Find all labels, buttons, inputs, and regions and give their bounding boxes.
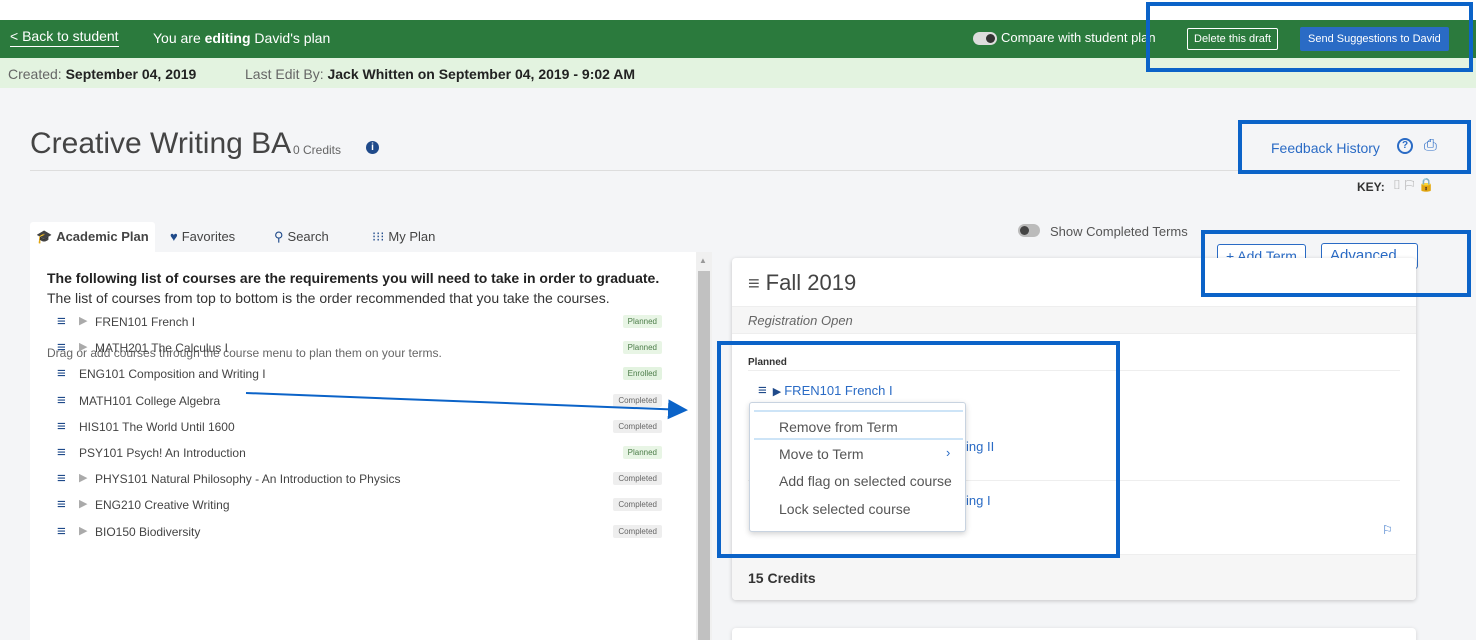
course-row[interactable]: ≡ ENG101 Composition and Writing I Enrolle… bbox=[52, 362, 662, 386]
key-icons: ⌷⚐🔒 bbox=[1393, 177, 1438, 193]
intro-rest: The list of courses from top to bottom i… bbox=[47, 290, 610, 306]
expand-triangle-icon[interactable]: ▶ bbox=[79, 471, 87, 484]
course-row[interactable]: ≡ ▶ PHYS101 Natural Philosophy - An Introd… bbox=[52, 467, 662, 491]
highlight-box-feedback bbox=[1238, 120, 1471, 174]
show-completed-toggle[interactable] bbox=[1018, 224, 1040, 237]
highlight-box-term-planned bbox=[717, 341, 1120, 558]
search-icon: ⚲ bbox=[274, 229, 284, 244]
requirements-intro: The following list of courses are the re… bbox=[47, 268, 682, 308]
last-edit-label: Last Edit By: bbox=[245, 66, 324, 82]
created-info: Created: September 04, 2019 bbox=[8, 66, 196, 82]
course-row[interactable]: ≡ ▶ BIO150 Biodiversity Completed bbox=[52, 520, 662, 544]
created-value: September 04, 2019 bbox=[65, 66, 197, 82]
course-name: PSY101 Psych! An Introduction bbox=[79, 446, 246, 460]
hamburger-icon[interactable]: ≡ bbox=[57, 470, 66, 487]
back-to-student-link[interactable]: < Back to student bbox=[10, 28, 119, 47]
course-name: MATH201 The Calculus I bbox=[95, 341, 228, 356]
hamburger-icon[interactable]: ≡ bbox=[57, 313, 66, 330]
last-edit-value: Jack Whitten on September 04, 2019 - 9:0… bbox=[327, 66, 636, 82]
course-name: BIO150 Biodiversity bbox=[95, 524, 201, 539]
requirements-panel: The following list of courses are the re… bbox=[30, 252, 696, 640]
status-badge: Planned bbox=[622, 315, 662, 328]
editing-bold: editing bbox=[204, 30, 251, 46]
flag-icon[interactable]: ⚐ bbox=[1382, 523, 1393, 537]
highlight-box-term-buttons bbox=[1201, 230, 1471, 297]
hamburger-icon[interactable]: ≡ bbox=[57, 418, 66, 435]
program-credits: 0 Credits bbox=[293, 143, 342, 157]
expand-triangle-icon[interactable]: ▶ bbox=[79, 524, 87, 537]
created-label: Created: bbox=[8, 66, 62, 82]
tab-search[interactable]: ⚲ Search bbox=[270, 222, 333, 252]
highlight-box-top-actions bbox=[1146, 2, 1473, 72]
status-badge: Completed bbox=[613, 524, 662, 538]
hamburger-icon[interactable]: ≡ bbox=[57, 392, 66, 409]
hamburger-icon[interactable]: ≡ bbox=[57, 365, 66, 382]
course-name: MATH101 College Algebra bbox=[79, 393, 221, 408]
heart-icon: ♥ bbox=[170, 229, 178, 244]
grid-dots-icon: ⁝⁝⁝ bbox=[372, 229, 385, 244]
expand-triangle-icon[interactable]: ▶ bbox=[79, 314, 87, 327]
page-title: Creative Writing BA bbox=[30, 127, 292, 160]
tab-academic-plan[interactable]: 🎓 Academic Plan bbox=[30, 222, 155, 252]
course-name: FREN101 French I bbox=[95, 315, 196, 329]
course-row[interactable]: ≡ ▶ FREN101 French I Planned bbox=[52, 310, 662, 334]
tab-label: Academic Plan bbox=[56, 229, 149, 244]
left-scrollbar[interactable]: ▲ bbox=[696, 252, 712, 640]
last-edit-info: Last Edit By: Jack Whitten on September … bbox=[245, 66, 635, 82]
status-badge: Completed bbox=[613, 393, 662, 407]
hamburger-icon[interactable]: ≡ bbox=[57, 523, 66, 540]
title-divider bbox=[30, 170, 1450, 171]
course-row[interactable]: ≡ ▶ MATH201 The Calculus I Planned bbox=[52, 336, 662, 360]
course-name: ENG101 Composition and Writing I bbox=[79, 367, 266, 382]
flag-icon: ⚐ bbox=[1404, 177, 1419, 192]
hamburger-icon[interactable]: ≡ bbox=[57, 444, 66, 461]
scroll-up-arrow[interactable]: ▲ bbox=[699, 256, 707, 265]
course-name: PHYS101 Natural Philosophy - An Introduc… bbox=[95, 472, 401, 487]
tab-label: Search bbox=[287, 229, 329, 244]
course-row[interactable]: ≡ PSY101 Psych! An Introduction Planned bbox=[52, 441, 662, 465]
expand-triangle-icon[interactable]: ▶ bbox=[79, 497, 87, 510]
info-icon[interactable]: i bbox=[366, 141, 379, 154]
lock-icon: 🔒 bbox=[1418, 177, 1439, 192]
tab-my-plan[interactable]: ⁝⁝⁝ My Plan bbox=[368, 222, 439, 252]
show-completed-label: Show Completed Terms bbox=[1050, 224, 1188, 239]
hamburger-icon[interactable]: ≡ bbox=[57, 339, 66, 356]
tab-label: My Plan bbox=[388, 229, 436, 244]
registration-status: Registration Open bbox=[748, 313, 853, 328]
tab-label: Favorites bbox=[181, 229, 236, 244]
hamburger-icon[interactable]: ≡ bbox=[57, 496, 66, 513]
status-badge: Completed bbox=[613, 419, 662, 433]
editing-banner: You are editing David's plan bbox=[153, 30, 330, 46]
registration-band: Registration Open bbox=[732, 306, 1416, 334]
status-badge: Completed bbox=[613, 472, 662, 486]
key-label: KEY: bbox=[1357, 180, 1385, 194]
intro-bold: The following list of courses are the re… bbox=[47, 270, 660, 286]
course-row[interactable]: ≡ ▶ ENG210 Creative Writing Completed bbox=[52, 493, 662, 517]
course-name: ENG210 Creative Writing bbox=[95, 498, 230, 513]
graduation-cap-icon: 🎓 bbox=[36, 229, 53, 244]
term-credits: 15 Credits bbox=[748, 570, 816, 586]
hamburger-icon[interactable]: ≡ bbox=[748, 273, 760, 295]
status-badge: Planned bbox=[622, 341, 662, 355]
status-badge: Enrolled bbox=[622, 367, 662, 381]
expand-triangle-icon[interactable]: ▶ bbox=[79, 340, 87, 353]
tab-favorites[interactable]: ♥ Favorites bbox=[166, 222, 239, 252]
compare-label: Compare with student plan bbox=[1001, 30, 1156, 45]
course-row[interactable]: ≡ HIS101 The World Until 1600 Completed bbox=[52, 415, 662, 439]
editing-suffix: David's plan bbox=[250, 30, 331, 46]
term-name: Fall 2019 bbox=[765, 270, 857, 295]
term-title: ≡ Fall 2019 bbox=[748, 270, 856, 296]
next-term-card bbox=[732, 628, 1416, 640]
bookmark-icon: ⌷ bbox=[1393, 177, 1405, 192]
editing-prefix: You are bbox=[153, 30, 205, 46]
compare-toggle[interactable] bbox=[973, 32, 997, 45]
status-badge: Completed bbox=[613, 498, 662, 512]
status-badge: Planned bbox=[622, 446, 662, 459]
scroll-thumb[interactable] bbox=[698, 271, 710, 640]
term-credits-band: 15 Credits bbox=[732, 554, 1416, 600]
course-row[interactable]: ≡ MATH101 College Algebra Completed bbox=[52, 389, 662, 413]
course-name: HIS101 The World Until 1600 bbox=[79, 419, 235, 434]
